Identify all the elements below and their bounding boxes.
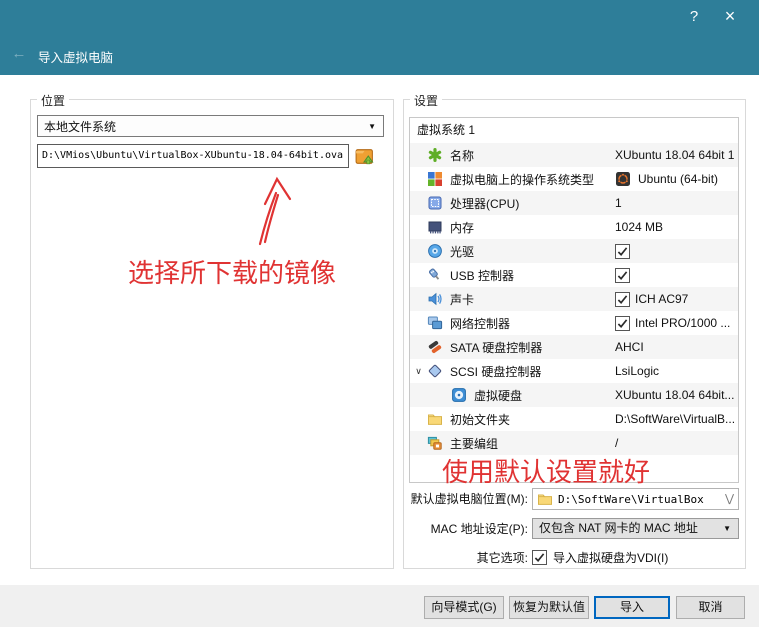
settings-row-vdisk[interactable]: 虚拟硬盘 XUbuntu 18.04 64bit...	[410, 383, 738, 407]
restore-defaults-button[interactable]: 恢复为默认值	[509, 596, 589, 619]
audio-icon	[427, 291, 443, 307]
row-value: ICH AC97	[635, 292, 688, 306]
row-label: SCSI 硬盘控制器	[450, 363, 541, 380]
import-button[interactable]: 导入	[594, 596, 670, 619]
location-group: 位置 本地文件系统 ▼ D:\VMios\Ubuntu\VirtualBox-X…	[30, 99, 394, 569]
row-label: 声卡	[450, 291, 474, 308]
annotation-use-defaults: 使用默认设置就好	[442, 452, 650, 489]
chevron-down-icon: ▼	[368, 116, 376, 138]
vdisk-icon	[451, 387, 467, 403]
row-label: 内存	[450, 219, 474, 236]
network-checkbox[interactable]	[615, 316, 630, 331]
dvd-checkbox[interactable]	[615, 244, 630, 259]
settings-row-memory[interactable]: 内存 1024 MB	[410, 215, 738, 239]
import-vdi-label: 导入虚拟硬盘为VDI(I)	[553, 549, 668, 566]
settings-row-network[interactable]: 网络控制器 Intel PRO/1000 ...	[410, 311, 738, 335]
source-select-value: 本地文件系统	[44, 120, 116, 134]
sata-icon	[427, 339, 443, 355]
settings-row-usb[interactable]: USB 控制器	[410, 263, 738, 287]
folder-icon	[427, 411, 443, 427]
row-value: 1	[615, 196, 622, 210]
machine-folder-label: 默认虚拟电脑位置(M):	[404, 488, 528, 510]
settings-row-sata[interactable]: SATA 硬盘控制器 AHCI	[410, 335, 738, 359]
source-select[interactable]: 本地文件系统 ▼	[37, 115, 384, 137]
row-label: 处理器(CPU)	[450, 195, 519, 212]
row-label: SATA 硬盘控制器	[450, 339, 542, 356]
location-group-label: 位置	[37, 92, 69, 109]
group-icon	[427, 435, 443, 451]
page-title: 导入虚拟电脑	[38, 47, 113, 66]
annotation-select-image: 选择所下载的镜像	[128, 253, 336, 290]
footer-bar: 向导模式(G) 恢复为默认值 导入 取消	[0, 585, 759, 627]
settings-row-os-type[interactable]: 虚拟电脑上的操作系统类型 Ubuntu (64-bit)	[410, 167, 738, 191]
row-value: Intel PRO/1000 ...	[635, 316, 730, 330]
settings-row-sound[interactable]: 声卡 ICH AC97	[410, 287, 738, 311]
row-value: XUbuntu 18.04 64bit 1	[615, 148, 734, 162]
row-label: USB 控制器	[450, 267, 514, 284]
row-value: Ubuntu (64-bit)	[638, 172, 718, 186]
options-label: 其它选项:	[404, 547, 528, 569]
close-button[interactable]: ×	[712, 4, 748, 30]
import-vdi-checkbox[interactable]	[532, 550, 547, 565]
row-label: 光驱	[450, 243, 474, 260]
import-appliance-dialog: ← 导入虚拟电脑 ? × 位置 本地文件系统 ▼ D:\VMios\Ubuntu…	[0, 0, 759, 627]
virtual-system-header[interactable]: 虚拟系统 1	[410, 118, 738, 143]
memory-icon	[427, 219, 443, 235]
row-value: D:\SoftWare\VirtualB...	[615, 412, 735, 426]
annotation-arrow	[31, 100, 393, 568]
back-icon[interactable]: ←	[8, 45, 30, 63]
row-label: 初始文件夹	[450, 411, 510, 428]
row-value: LsiLogic	[615, 364, 659, 378]
mac-policy-select[interactable]: 仅包含 NAT 网卡的 MAC 地址 ▼	[532, 518, 739, 539]
browse-file-button[interactable]	[354, 146, 375, 167]
chevron-down-icon: ⋁	[725, 494, 734, 504]
machine-folder-combo[interactable]: D:\SoftWare\VirtualBox ⋁	[532, 488, 739, 510]
settings-tree: 虚拟系统 1 名称 XUbuntu 18.04 64bit 1 虚拟电脑上的操作系统…	[409, 117, 739, 483]
settings-row-scsi[interactable]: ∨ SCSI 硬盘控制器 LsiLogic	[410, 359, 738, 383]
guided-mode-button[interactable]: 向导模式(G)	[424, 596, 504, 619]
row-value: /	[615, 436, 618, 450]
cancel-button[interactable]: 取消	[676, 596, 745, 619]
file-path-input[interactable]: D:\VMios\Ubuntu\VirtualBox-XUbuntu-18.04…	[37, 144, 349, 168]
row-label: 虚拟硬盘	[474, 387, 522, 404]
row-value: XUbuntu 18.04 64bit...	[615, 388, 734, 402]
settings-tree-rows: 名称 XUbuntu 18.04 64bit 1 虚拟电脑上的操作系统类型 Ubunt…	[410, 143, 738, 455]
usb-checkbox[interactable]	[615, 268, 630, 283]
folder-icon	[537, 491, 553, 507]
ubuntu-icon	[615, 171, 631, 187]
help-button[interactable]: ?	[678, 4, 710, 30]
settings-group: 设置 虚拟系统 1 名称XUbuntu 18.04 64bit 1虚拟电脑上的操…	[403, 99, 746, 569]
row-value: 1024 MB	[615, 220, 663, 234]
dvd-icon	[427, 243, 443, 259]
expander-chevron-icon[interactable]: ∨	[410, 366, 427, 377]
name-icon	[427, 147, 443, 163]
machine-folder-value: D:\SoftWare\VirtualBox	[558, 493, 725, 506]
row-value: AHCI	[615, 340, 644, 354]
options-row: 导入虚拟硬盘为VDI(I)	[532, 549, 668, 566]
row-label: 网络控制器	[450, 315, 510, 332]
settings-row-name[interactable]: 名称 XUbuntu 18.04 64bit 1	[410, 143, 738, 167]
os-type-icon	[427, 171, 443, 187]
settings-row-base-folder[interactable]: 初始文件夹 D:\SoftWare\VirtualB...	[410, 407, 738, 431]
cpu-icon	[427, 195, 443, 211]
titlebar: ← 导入虚拟电脑 ? ×	[0, 0, 759, 75]
settings-row-dvd[interactable]: 光驱	[410, 239, 738, 263]
choose-file-icon	[354, 146, 375, 167]
scsi-icon	[427, 363, 443, 379]
network-icon	[427, 315, 443, 331]
chevron-down-icon: ▼	[723, 519, 731, 538]
row-label: 主要编组	[450, 435, 498, 452]
settings-group-label: 设置	[410, 92, 442, 109]
sound-checkbox[interactable]	[615, 292, 630, 307]
row-label: 名称	[450, 147, 474, 164]
mac-policy-label: MAC 地址设定(P):	[404, 518, 528, 540]
row-label: 虚拟电脑上的操作系统类型	[450, 171, 594, 188]
usb-icon	[427, 267, 443, 283]
settings-row-cpu[interactable]: 处理器(CPU) 1	[410, 191, 738, 215]
mac-policy-value: 仅包含 NAT 网卡的 MAC 地址	[539, 521, 698, 535]
